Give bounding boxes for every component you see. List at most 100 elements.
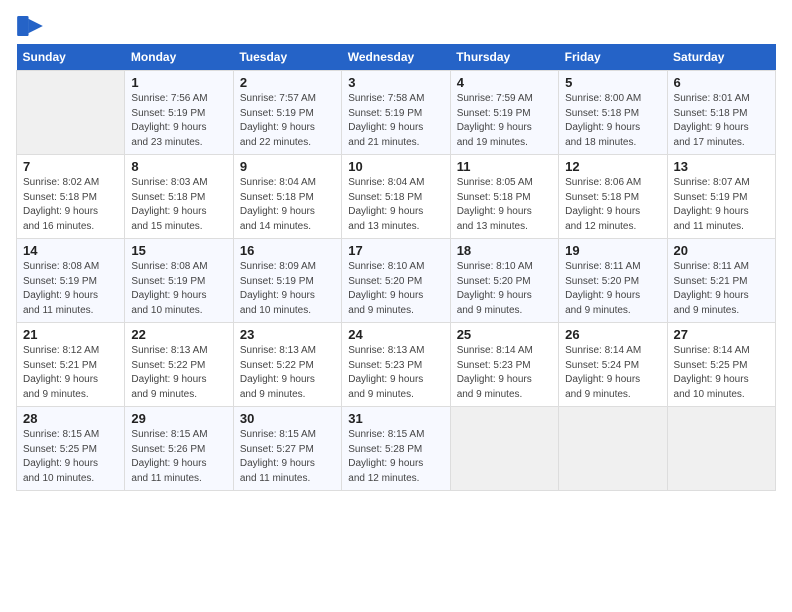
calendar-day-cell: 20 Sunrise: 8:11 AM Sunset: 5:21 PM Dayli…: [667, 239, 775, 323]
day-info: Sunrise: 8:08 AM Sunset: 5:19 PM Dayligh…: [23, 260, 118, 318]
day-number: 23: [240, 327, 335, 342]
calendar-day-cell: 9 Sunrise: 8:04 AM Sunset: 5:18 PM Daylig…: [233, 155, 341, 239]
day-info: Sunrise: 7:57 AM Sunset: 5:19 PM Dayligh…: [240, 92, 335, 150]
weekday-header-cell: Wednesday: [342, 44, 450, 71]
day-info: Sunrise: 8:12 AM Sunset: 5:21 PM Dayligh…: [23, 344, 118, 402]
day-number: 26: [565, 327, 660, 342]
calendar-day-cell: 29 Sunrise: 8:15 AM Sunset: 5:26 PM Dayli…: [125, 407, 233, 491]
day-info: Sunrise: 7:59 AM Sunset: 5:19 PM Dayligh…: [457, 92, 552, 150]
day-info: Sunrise: 8:15 AM Sunset: 5:26 PM Dayligh…: [131, 428, 226, 486]
weekday-header-cell: Tuesday: [233, 44, 341, 71]
calendar-week-row: 7 Sunrise: 8:02 AM Sunset: 5:18 PM Daylig…: [17, 155, 776, 239]
day-number: 13: [674, 159, 769, 174]
day-number: 20: [674, 243, 769, 258]
logo: [16, 16, 48, 36]
day-info: Sunrise: 8:10 AM Sunset: 5:20 PM Dayligh…: [348, 260, 443, 318]
day-number: 31: [348, 411, 443, 426]
day-info: Sunrise: 8:00 AM Sunset: 5:18 PM Dayligh…: [565, 92, 660, 150]
weekday-header-cell: Sunday: [17, 44, 125, 71]
calendar-table: SundayMondayTuesdayWednesdayThursdayFrid…: [16, 44, 776, 491]
day-number: 7: [23, 159, 118, 174]
day-number: 18: [457, 243, 552, 258]
day-number: 25: [457, 327, 552, 342]
day-info: Sunrise: 8:04 AM Sunset: 5:18 PM Dayligh…: [240, 176, 335, 234]
calendar-day-cell: 16 Sunrise: 8:09 AM Sunset: 5:19 PM Dayli…: [233, 239, 341, 323]
day-number: 2: [240, 75, 335, 90]
day-info: Sunrise: 8:14 AM Sunset: 5:23 PM Dayligh…: [457, 344, 552, 402]
day-info: Sunrise: 8:07 AM Sunset: 5:19 PM Dayligh…: [674, 176, 769, 234]
day-info: Sunrise: 8:13 AM Sunset: 5:22 PM Dayligh…: [240, 344, 335, 402]
day-number: 17: [348, 243, 443, 258]
calendar-day-cell: 17 Sunrise: 8:10 AM Sunset: 5:20 PM Dayli…: [342, 239, 450, 323]
calendar-day-cell: [17, 71, 125, 155]
day-number: 5: [565, 75, 660, 90]
day-number: 27: [674, 327, 769, 342]
weekday-header-row: SundayMondayTuesdayWednesdayThursdayFrid…: [17, 44, 776, 71]
calendar-week-row: 28Sunrise: 8:15 AM Sunset: 5:25 PM Dayli…: [17, 407, 776, 491]
day-info: Sunrise: 8:15 AM Sunset: 5:28 PM Dayligh…: [348, 428, 443, 486]
calendar-day-cell: 7 Sunrise: 8:02 AM Sunset: 5:18 PM Daylig…: [17, 155, 125, 239]
calendar-day-cell: [450, 407, 558, 491]
day-info: Sunrise: 8:14 AM Sunset: 5:24 PM Dayligh…: [565, 344, 660, 402]
calendar-day-cell: 3 Sunrise: 7:58 AM Sunset: 5:19 PM Daylig…: [342, 71, 450, 155]
calendar-day-cell: 8Sunrise: 8:03 AM Sunset: 5:18 PM Daylig…: [125, 155, 233, 239]
day-info: Sunrise: 8:02 AM Sunset: 5:18 PM Dayligh…: [23, 176, 118, 234]
day-number: 16: [240, 243, 335, 258]
day-info: Sunrise: 8:13 AM Sunset: 5:22 PM Dayligh…: [131, 344, 226, 402]
calendar-day-cell: 21Sunrise: 8:12 AM Sunset: 5:21 PM Dayli…: [17, 323, 125, 407]
day-info: Sunrise: 8:05 AM Sunset: 5:18 PM Dayligh…: [457, 176, 552, 234]
day-info: Sunrise: 8:11 AM Sunset: 5:20 PM Dayligh…: [565, 260, 660, 318]
day-number: 10: [348, 159, 443, 174]
logo-icon: [16, 16, 44, 36]
day-number: 9: [240, 159, 335, 174]
day-info: Sunrise: 8:14 AM Sunset: 5:25 PM Dayligh…: [674, 344, 769, 402]
day-number: 19: [565, 243, 660, 258]
calendar-week-row: 21Sunrise: 8:12 AM Sunset: 5:21 PM Dayli…: [17, 323, 776, 407]
day-number: 29: [131, 411, 226, 426]
calendar-day-cell: 19 Sunrise: 8:11 AM Sunset: 5:20 PM Dayli…: [559, 239, 667, 323]
day-number: 4: [457, 75, 552, 90]
calendar-day-cell: [667, 407, 775, 491]
day-info: Sunrise: 8:03 AM Sunset: 5:18 PM Dayligh…: [131, 176, 226, 234]
calendar-day-cell: [559, 407, 667, 491]
calendar-day-cell: 27 Sunrise: 8:14 AM Sunset: 5:25 PM Dayli…: [667, 323, 775, 407]
calendar-day-cell: 2 Sunrise: 7:57 AM Sunset: 5:19 PM Daylig…: [233, 71, 341, 155]
calendar-day-cell: 28Sunrise: 8:15 AM Sunset: 5:25 PM Dayli…: [17, 407, 125, 491]
calendar-day-cell: 14 Sunrise: 8:08 AM Sunset: 5:19 PM Dayli…: [17, 239, 125, 323]
day-number: 24: [348, 327, 443, 342]
weekday-header-cell: Saturday: [667, 44, 775, 71]
day-info: Sunrise: 8:10 AM Sunset: 5:20 PM Dayligh…: [457, 260, 552, 318]
calendar-day-cell: 22 Sunrise: 8:13 AM Sunset: 5:22 PM Dayli…: [125, 323, 233, 407]
calendar-day-cell: 26 Sunrise: 8:14 AM Sunset: 5:24 PM Dayli…: [559, 323, 667, 407]
day-info: Sunrise: 8:06 AM Sunset: 5:18 PM Dayligh…: [565, 176, 660, 234]
day-info: Sunrise: 8:15 AM Sunset: 5:25 PM Dayligh…: [23, 428, 118, 486]
calendar-body: 1Sunrise: 7:56 AM Sunset: 5:19 PM Daylig…: [17, 71, 776, 491]
day-number: 22: [131, 327, 226, 342]
day-info: Sunrise: 7:58 AM Sunset: 5:19 PM Dayligh…: [348, 92, 443, 150]
day-number: 12: [565, 159, 660, 174]
day-number: 14: [23, 243, 118, 258]
weekday-header-cell: Monday: [125, 44, 233, 71]
calendar-day-cell: 11 Sunrise: 8:05 AM Sunset: 5:18 PM Dayli…: [450, 155, 558, 239]
calendar-week-row: 1Sunrise: 7:56 AM Sunset: 5:19 PM Daylig…: [17, 71, 776, 155]
day-info: Sunrise: 8:11 AM Sunset: 5:21 PM Dayligh…: [674, 260, 769, 318]
page-header: [16, 16, 776, 36]
calendar-day-cell: 23 Sunrise: 8:13 AM Sunset: 5:22 PM Dayli…: [233, 323, 341, 407]
calendar-day-cell: 18 Sunrise: 8:10 AM Sunset: 5:20 PM Dayli…: [450, 239, 558, 323]
day-info: Sunrise: 8:15 AM Sunset: 5:27 PM Dayligh…: [240, 428, 335, 486]
day-number: 11: [457, 159, 552, 174]
day-number: 15: [131, 243, 226, 258]
weekday-header-cell: Thursday: [450, 44, 558, 71]
day-info: Sunrise: 8:09 AM Sunset: 5:19 PM Dayligh…: [240, 260, 335, 318]
calendar-day-cell: 31 Sunrise: 8:15 AM Sunset: 5:28 PM Dayli…: [342, 407, 450, 491]
calendar-day-cell: 5 Sunrise: 8:00 AM Sunset: 5:18 PM Daylig…: [559, 71, 667, 155]
calendar-day-cell: 6Sunrise: 8:01 AM Sunset: 5:18 PM Daylig…: [667, 71, 775, 155]
calendar-day-cell: 25 Sunrise: 8:14 AM Sunset: 5:23 PM Dayli…: [450, 323, 558, 407]
calendar-day-cell: 24Sunrise: 8:13 AM Sunset: 5:23 PM Dayli…: [342, 323, 450, 407]
day-number: 3: [348, 75, 443, 90]
day-number: 1: [131, 75, 226, 90]
day-info: Sunrise: 8:01 AM Sunset: 5:18 PM Dayligh…: [674, 92, 769, 150]
day-info: Sunrise: 8:08 AM Sunset: 5:19 PM Dayligh…: [131, 260, 226, 318]
calendar-day-cell: 4 Sunrise: 7:59 AM Sunset: 5:19 PM Daylig…: [450, 71, 558, 155]
calendar-day-cell: 15 Sunrise: 8:08 AM Sunset: 5:19 PM Dayli…: [125, 239, 233, 323]
